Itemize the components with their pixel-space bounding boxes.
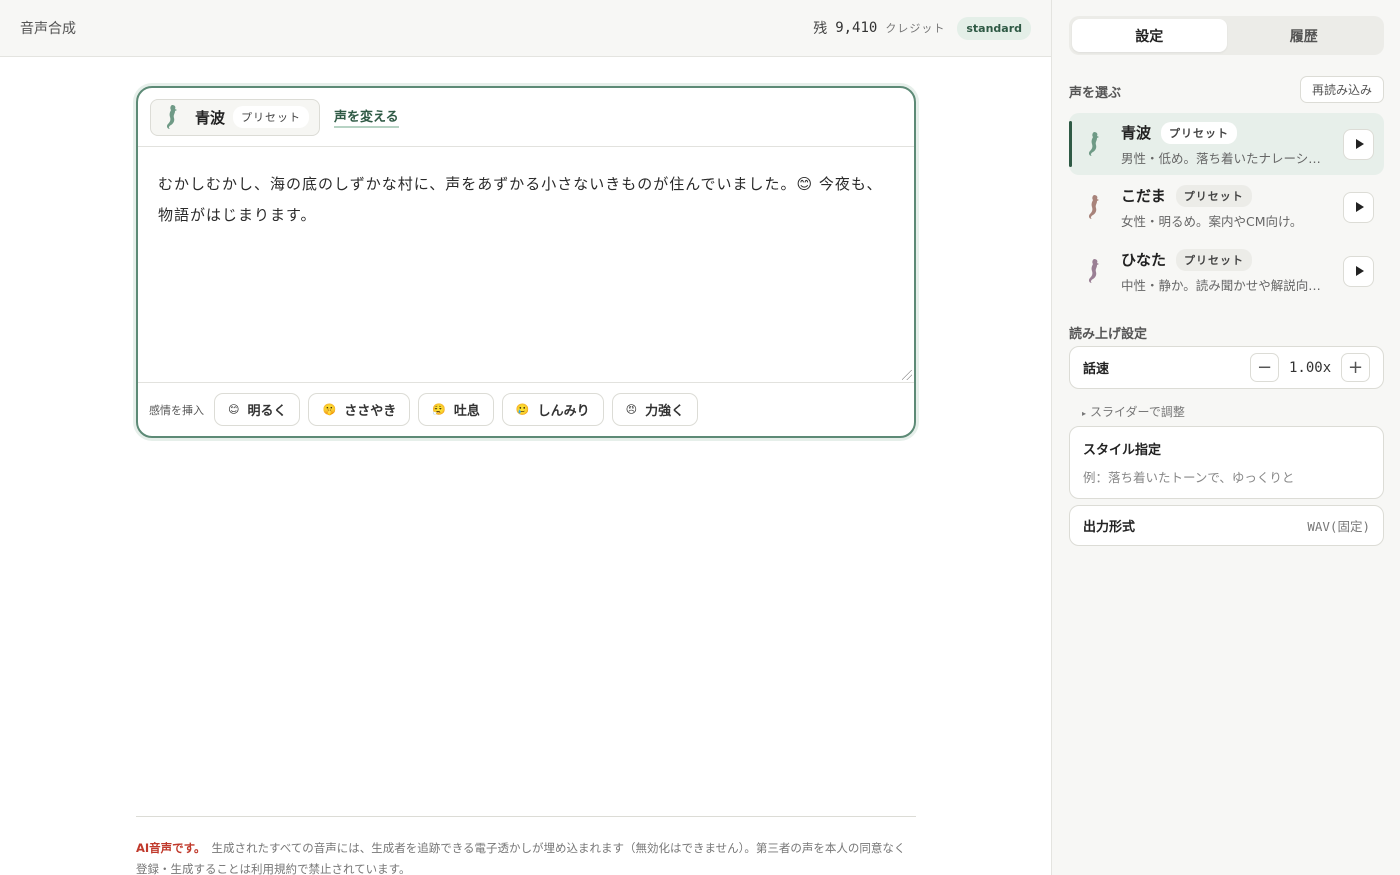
current-voice-name: 青波 <box>195 108 226 127</box>
sigh-icon: 😮‍💨 <box>432 403 446 416</box>
plan-badge: standard <box>957 16 1031 40</box>
play-button[interactable] <box>1343 255 1374 287</box>
play-icon <box>1355 139 1364 149</box>
emotion-button-label: 力強く <box>645 404 685 419</box>
voice-tag: プリセット <box>1175 184 1252 207</box>
style-input[interactable] <box>1083 470 1370 485</box>
tearful-icon: 🥲 <box>515 403 530 416</box>
editor-text[interactable]: むかしむかし、海の底のしずかな村に、声をあずかる小さないきものが住んでいました。… <box>158 169 894 231</box>
output-format-value: WAV(固定) <box>1307 519 1370 534</box>
seahorse-icon <box>1088 132 1099 156</box>
footer-notice: AI音声です。 生成されたすべての音声には、生成者を追跡できる電子透かしが埋め込ま… <box>136 838 916 875</box>
emotion-button-sigh[interactable]: 😮‍💨 吐息 <box>418 393 494 426</box>
voice-item-kodama[interactable]: こだま プリセット 女性・明るめ。案内やCM向け。 <box>1069 176 1384 238</box>
decrease-speed-button[interactable]: − <box>1250 353 1279 382</box>
settings-sidebar: 設定 履歴 声を選ぶ 再読み込み 青波 プリセット 男性・低め。落ち着いたナレー… <box>1051 0 1400 875</box>
ai-warning: AI音声です。 <box>136 841 206 855</box>
caret-right-icon: ▸ <box>1082 409 1087 418</box>
tab-history[interactable]: 履歴 <box>1227 19 1382 52</box>
credit-area: 残 9,410 クレジット standard <box>813 16 1031 40</box>
text-editor[interactable]: むかしむかし、海の底のしずかな村に、声をあずかる小さないきものが住んでいました。… <box>138 147 914 383</box>
voice-tag: プリセット <box>1176 248 1253 271</box>
style-title: スタイル指定 <box>1083 443 1162 458</box>
emotion-button-whisper[interactable]: 🤫 ささやき <box>308 393 411 426</box>
preset-tag: プリセット <box>233 106 310 128</box>
app-title: 音声合成 <box>20 21 76 37</box>
voice-item-aonami[interactable]: 青波 プリセット 男性・低め。落ち着いたナレーション向け。 <box>1069 113 1384 175</box>
voice-name-line: 青波 プリセット <box>1121 121 1343 144</box>
tab-settings[interactable]: 設定 <box>1072 19 1227 52</box>
reading-section-title: 読み上げ設定 <box>1069 327 1148 342</box>
voice-info: こだま プリセット 女性・明るめ。案内やCM向け。 <box>1121 184 1343 230</box>
voice-name: こだま <box>1121 187 1166 205</box>
output-format-label: 出力形式 <box>1083 520 1136 535</box>
speed-stepper: − 1.00x + <box>1250 353 1370 382</box>
angry-icon: 😠 <box>625 403 638 416</box>
emotion-button-label: 吐息 <box>453 404 480 419</box>
credit-unit: クレジット <box>885 22 946 35</box>
emotion-button-strong[interactable]: 😠 力強く <box>611 393 699 426</box>
change-voice-link[interactable]: 声を変える <box>334 106 399 128</box>
editor-card: 青波 プリセット 声を変える むかしむかし、海の底のしずかな村に、声をあずかる小… <box>136 86 916 438</box>
reload-button[interactable]: 再読み込み <box>1300 76 1384 103</box>
play-button[interactable] <box>1343 128 1374 160</box>
emotion-button-label: しんみり <box>537 404 590 419</box>
credit-prefix: 残 <box>813 21 828 37</box>
emotion-label: 感情を挿入 <box>149 403 204 417</box>
seahorse-icon <box>166 105 177 129</box>
play-button[interactable] <box>1343 191 1374 223</box>
voice-name-line: こだま プリセット <box>1121 184 1343 207</box>
speed-setting: 話速 − 1.00x + <box>1069 346 1384 389</box>
credit-amount: 9,410 <box>835 20 878 36</box>
footer-divider <box>136 816 916 817</box>
voice-description: 男性・低め。落ち着いたナレーション向け。 <box>1121 150 1331 166</box>
emotion-button-label: ささやき <box>344 404 397 419</box>
voice-name: 青波 <box>1121 124 1152 142</box>
voice-description: 中性・静か。読み聞かせや解説向け。 <box>1121 277 1331 293</box>
voice-name-line: ひなた プリセット <box>1121 248 1343 271</box>
tab-switch: 設定 履歴 <box>1069 16 1384 55</box>
increase-speed-button[interactable]: + <box>1341 353 1370 382</box>
emotion-button-wistful[interactable]: 🥲 しんみり <box>501 393 604 426</box>
voice-info: ひなた プリセット 中性・静か。読み聞かせや解説向け。 <box>1121 248 1343 294</box>
emotion-button-bright[interactable]: 😊 明るく <box>214 393 301 426</box>
emotion-toolbar: 感情を挿入 😊 明るく 🤫 ささやき 😮‍💨 吐息 🥲 しんみり 😠 力強く <box>138 383 914 436</box>
shush-icon: 🤫 <box>322 403 337 416</box>
voice-name: ひなた <box>1121 251 1167 269</box>
seahorse-icon <box>1088 259 1099 283</box>
smile-icon: 😊 <box>228 403 240 416</box>
play-icon <box>1355 202 1364 212</box>
style-setting: スタイル指定 <box>1069 426 1384 499</box>
voice-item-hinata[interactable]: ひなた プリセット 中性・静か。読み聞かせや解説向け。 <box>1069 240 1384 302</box>
emotion-button-label: 明るく <box>247 404 287 419</box>
slider-toggle[interactable]: ▸ スライダーで調整 <box>1082 403 1185 420</box>
voice-tag: プリセット <box>1161 121 1238 144</box>
play-icon <box>1355 266 1364 276</box>
notice-text: 生成されたすべての音声には、生成者を追跡できる電子透かしが埋め込まれます（無効化… <box>136 841 906 875</box>
voice-description: 女性・明るめ。案内やCM向け。 <box>1121 213 1303 229</box>
seahorse-icon <box>1088 195 1099 219</box>
resize-handle[interactable] <box>902 370 912 380</box>
current-voice-chip[interactable]: 青波 プリセット <box>150 98 321 136</box>
slider-toggle-label: スライダーで調整 <box>1090 405 1185 419</box>
speed-value: 1.00x <box>1289 359 1332 376</box>
output-format-setting: 出力形式 WAV(固定) <box>1069 505 1384 546</box>
top-bar: 音声合成 残 9,410 クレジット standard <box>0 0 1051 57</box>
speed-label: 話速 <box>1083 362 1110 377</box>
editor-header: 青波 プリセット 声を変える <box>138 88 914 147</box>
voice-info: 青波 プリセット 男性・低め。落ち着いたナレーション向け。 <box>1121 121 1343 167</box>
voice-section-title: 声を選ぶ <box>1069 86 1122 101</box>
